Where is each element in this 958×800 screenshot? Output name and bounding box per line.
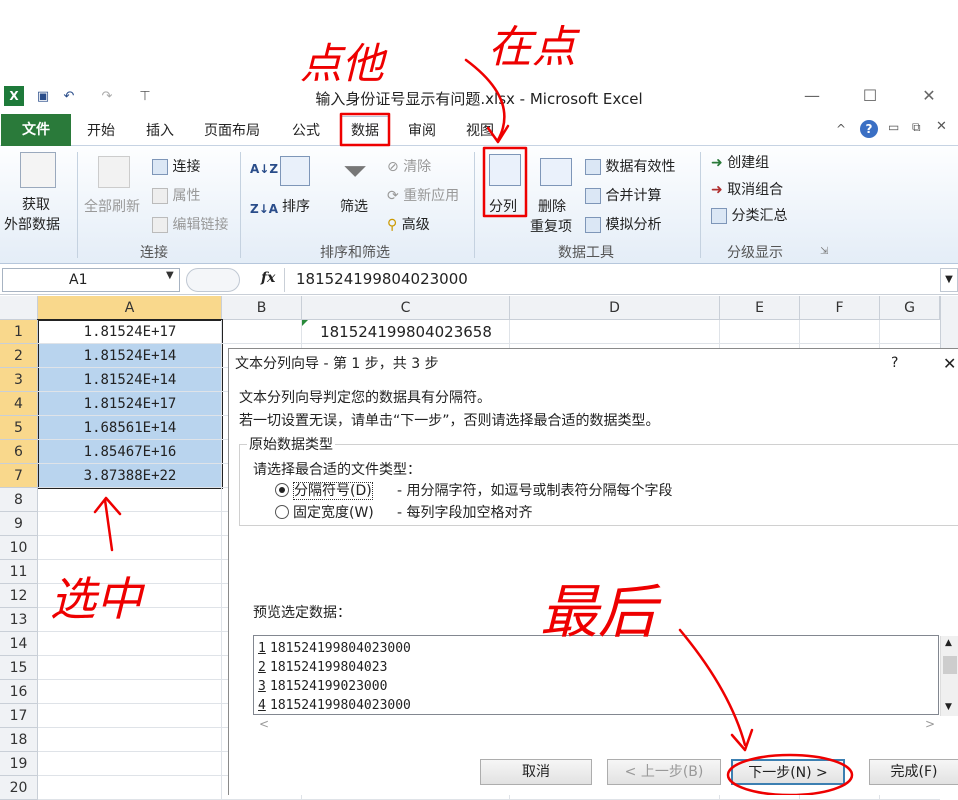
annotation-finally: 最后 [540,578,662,646]
arrow-to-selection [93,496,122,552]
arrow-to-next-button [678,628,754,752]
red-ink-annotations: 点他 在点 选中 最后 [50,22,854,795]
text-to-columns-circle [482,146,528,218]
annotation-selected: 选中 [50,572,146,626]
annotation-click-again: 在点 [488,22,581,73]
next-button-circle [726,753,854,795]
annotation-click-data: 点他 [300,39,388,88]
data-tab-circle [339,112,391,147]
